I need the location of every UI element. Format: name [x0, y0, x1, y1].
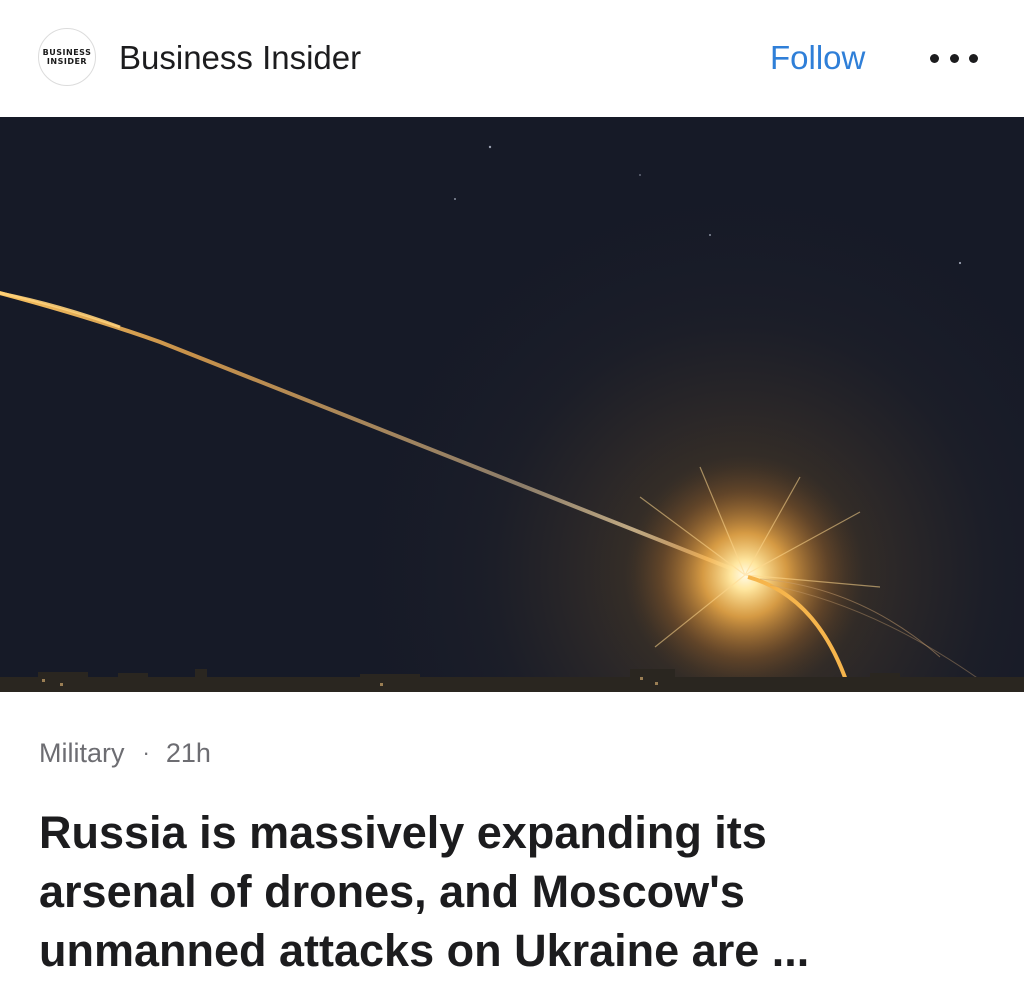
logo-text-line2: INSIDER	[46, 57, 88, 66]
news-card[interactable]: BUSINESS INSIDER Business Insider Follow	[0, 0, 1024, 1007]
article-meta: Military · 21h	[39, 736, 211, 770]
meta-separator: ·	[142, 740, 150, 765]
headline-line: unmanned attacks on Ukraine are ...	[39, 925, 810, 976]
category-label[interactable]: Military	[39, 736, 125, 770]
article-image[interactable]	[0, 117, 1024, 692]
headline-line: Russia is massively expanding its	[39, 807, 767, 858]
article-headline[interactable]: Russia is massively expanding its arsena…	[39, 803, 979, 980]
publisher-logo[interactable]: BUSINESS INSIDER	[38, 28, 96, 86]
timestamp: 21h	[165, 738, 211, 768]
more-dot	[969, 53, 978, 63]
logo-text-line1: BUSINESS	[42, 48, 92, 57]
publisher-name[interactable]: Business Insider	[119, 38, 361, 78]
more-dot	[949, 53, 959, 63]
more-icon[interactable]	[930, 50, 978, 66]
follow-button[interactable]: Follow	[770, 38, 865, 78]
headline-line: arsenal of drones, and Moscow's	[39, 866, 745, 917]
card-header: BUSINESS INSIDER Business Insider Follow	[0, 0, 1024, 117]
night-sky-missile-image	[0, 117, 1024, 692]
more-dot	[930, 53, 939, 63]
